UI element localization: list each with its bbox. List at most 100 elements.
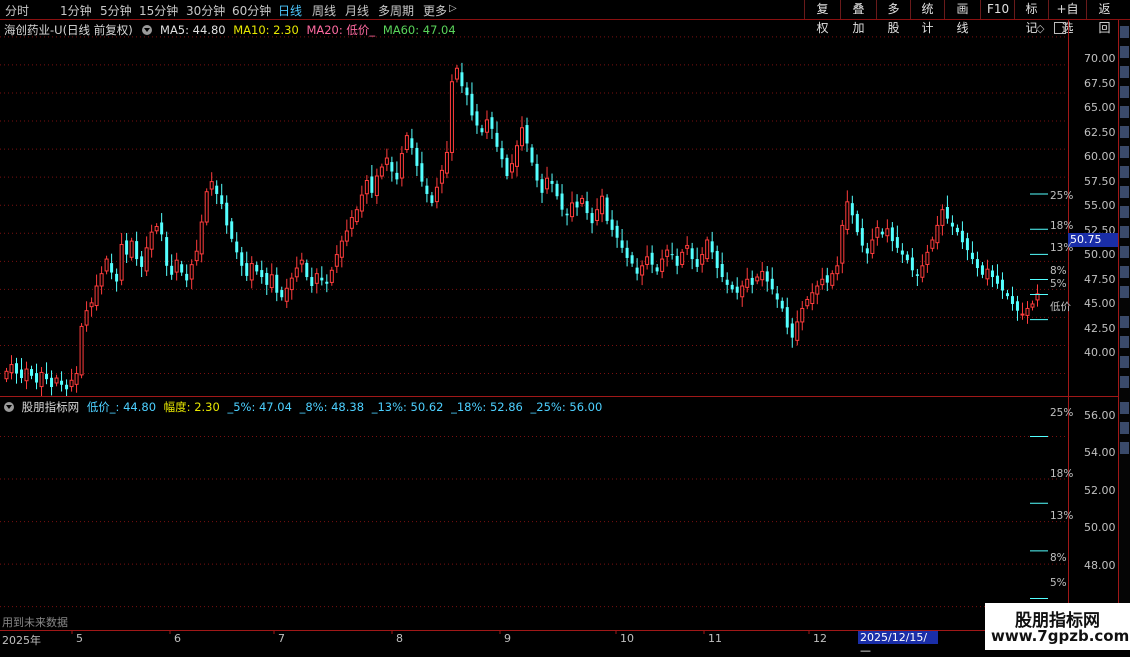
period-tab-1min[interactable]: 1分钟: [60, 2, 92, 19]
candle: [1035, 284, 1040, 307]
candle: [605, 194, 609, 225]
price-tick: 62.50: [1084, 126, 1116, 139]
candle: [715, 245, 719, 279]
more-arrow-icon[interactable]: ▷: [449, 3, 457, 14]
back-button[interactable]: 返回: [1086, 0, 1122, 35]
candle: [760, 261, 765, 287]
period-tab-5min[interactable]: 5分钟: [100, 2, 132, 19]
candle: [54, 374, 59, 387]
candle: [950, 215, 954, 235]
candlestick-chart[interactable]: [0, 20, 1068, 396]
multi-stock-button[interactable]: 多股: [876, 0, 910, 35]
candle: [550, 173, 554, 193]
candle: [60, 371, 64, 392]
candle: [855, 210, 859, 236]
period-tab-30min[interactable]: 30分钟: [186, 2, 225, 19]
indicator-panel[interactable]: [0, 397, 1068, 630]
price-tick: 60.00: [1084, 150, 1116, 163]
candle: [835, 256, 840, 281]
candle: [500, 140, 504, 168]
candle: [475, 103, 479, 134]
candle: [555, 180, 559, 200]
candle: [710, 231, 714, 260]
candle: [514, 140, 519, 177]
candle: [570, 191, 575, 222]
period-tab-weekly[interactable]: 周线: [312, 2, 336, 19]
candle: [650, 245, 654, 274]
candle: [610, 210, 614, 237]
mark-button[interactable]: 标记: [1014, 0, 1048, 35]
pct-label-25: 25%: [1050, 190, 1074, 202]
price-tick: 55.00: [1084, 199, 1116, 212]
candle: [960, 221, 964, 249]
period-tab-60min[interactable]: 60分钟: [232, 2, 271, 19]
add-watchlist-button[interactable]: +自选: [1048, 0, 1086, 35]
indicator-tick: 54.00: [1084, 446, 1116, 459]
price-tick: 70.00: [1084, 52, 1116, 65]
candle: [39, 367, 44, 396]
candle: [1010, 286, 1014, 311]
candle: [204, 188, 209, 226]
candle: [810, 283, 815, 311]
stats-button[interactable]: 统计: [910, 0, 944, 35]
candle: [560, 184, 564, 217]
candle: [830, 270, 835, 289]
candle: [1005, 289, 1009, 300]
candle: [675, 248, 679, 275]
candle: [20, 358, 24, 384]
candle: [535, 154, 539, 188]
candle: [215, 180, 219, 205]
candle: [149, 224, 154, 258]
fuquan-button[interactable]: 复权: [804, 0, 840, 35]
candle: [15, 357, 19, 384]
candle: [655, 264, 659, 275]
candle: [9, 355, 14, 380]
candle: [135, 231, 139, 266]
candle: [780, 297, 784, 312]
candle: [170, 254, 174, 280]
period-tab-daily[interactable]: 日线: [278, 2, 302, 19]
candle: [199, 214, 204, 263]
overlay-button[interactable]: 叠加: [840, 0, 876, 35]
candle: [395, 161, 399, 185]
candle: [695, 247, 699, 272]
period-tab-multi[interactable]: 多周期: [378, 2, 414, 19]
axis-divider: [1068, 20, 1069, 632]
candle: [700, 247, 705, 273]
candle: [490, 111, 494, 139]
candle: [430, 191, 434, 207]
indicator-tick: 50.00: [1084, 521, 1116, 534]
candle: [235, 232, 239, 260]
candle: [480, 124, 484, 136]
candle: [815, 280, 820, 305]
candle: [985, 259, 990, 286]
candle: [299, 252, 304, 273]
candle: [885, 219, 890, 243]
candle: [35, 363, 39, 390]
right-info-panel: [1119, 20, 1130, 632]
period-tab-timeshare[interactable]: 分时: [5, 2, 29, 19]
candle: [359, 185, 364, 218]
candle: [980, 261, 984, 279]
indicator-tick: 52.00: [1084, 484, 1116, 497]
candle: [630, 251, 634, 267]
candle: [384, 148, 389, 172]
candle: [660, 249, 665, 279]
period-tab-more[interactable]: 更多: [423, 2, 447, 19]
candle: [449, 74, 454, 161]
candle: [425, 178, 429, 203]
price-tick: 57.50: [1084, 175, 1116, 188]
candle: [800, 301, 805, 331]
candle: [230, 217, 234, 243]
candle: [255, 261, 259, 275]
f10-button[interactable]: F10: [980, 0, 1014, 19]
period-tab-15min[interactable]: 15分钟: [139, 2, 178, 19]
candle: [955, 224, 959, 236]
period-tab-monthly[interactable]: 月线: [345, 2, 369, 19]
candle: [390, 156, 394, 182]
draw-line-button[interactable]: 画线: [944, 0, 980, 35]
candle: [615, 220, 619, 248]
candle: [289, 272, 294, 300]
candle: [525, 117, 529, 152]
candle: [720, 252, 724, 283]
